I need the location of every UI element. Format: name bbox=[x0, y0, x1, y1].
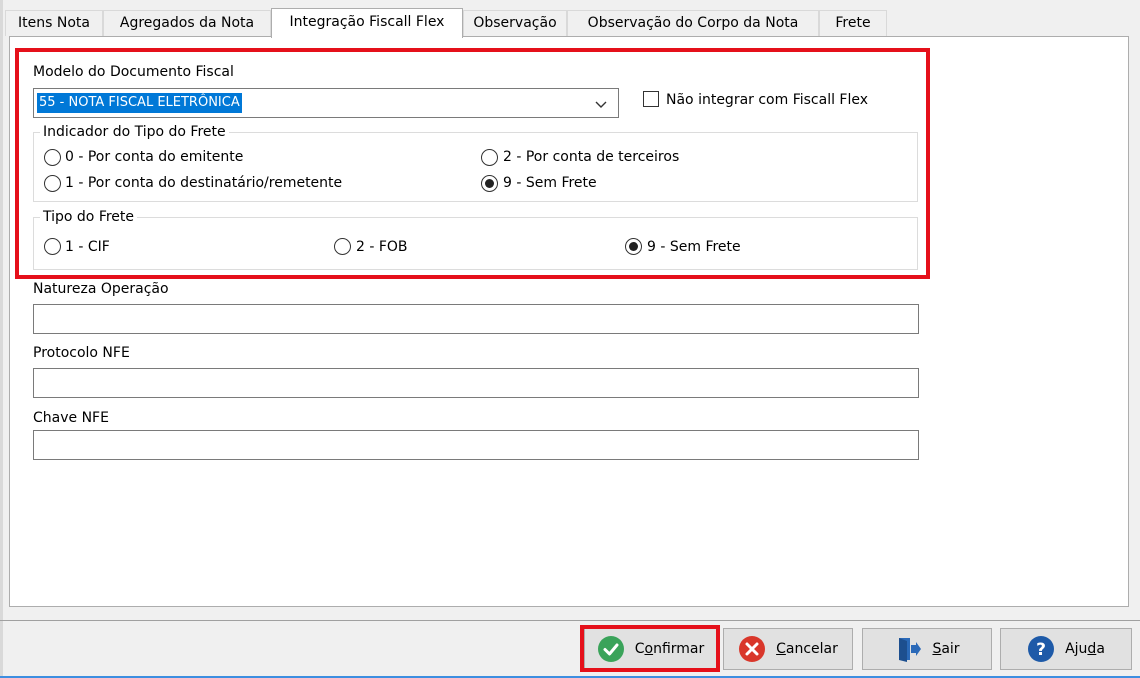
exit-door-icon bbox=[899, 638, 922, 662]
tab-itens-nota[interactable]: Itens Nota bbox=[5, 10, 103, 36]
ajuda-label: Ajuda bbox=[1065, 641, 1105, 657]
cancelar-label: Cancelar bbox=[776, 641, 838, 657]
modelo-select[interactable]: 55 - NOTA FISCAL ELETRÔNICA bbox=[33, 88, 619, 118]
modelo-selected-value: 55 - NOTA FISCAL ELETRÔNICA bbox=[37, 93, 242, 113]
question-circle-icon: ? bbox=[1028, 636, 1055, 662]
footer-separator bbox=[0, 620, 1140, 621]
tab-integracao-fiscall-flex[interactable]: Integração Fiscall Flex bbox=[271, 8, 463, 38]
sair-button[interactable]: Sair bbox=[862, 628, 992, 670]
window-left-edge bbox=[0, 0, 3, 678]
check-circle-icon bbox=[597, 636, 624, 662]
confirmar-button[interactable]: Confirmar bbox=[584, 628, 717, 670]
confirmar-label: Confirmar bbox=[634, 641, 705, 657]
x-circle-icon bbox=[739, 636, 766, 662]
tab-frete[interactable]: Frete bbox=[819, 10, 887, 36]
tab-agregados-da-nota[interactable]: Agregados da Nota bbox=[103, 10, 271, 36]
cancelar-button[interactable]: Cancelar bbox=[723, 628, 853, 670]
chevron-down-icon bbox=[595, 101, 607, 108]
svg-text:?: ? bbox=[1036, 640, 1046, 660]
sair-label: Sair bbox=[932, 641, 960, 657]
tab-observacao[interactable]: Observação bbox=[463, 10, 567, 36]
tab-observacao-corpo-nota[interactable]: Observação do Corpo da Nota bbox=[567, 10, 819, 36]
ajuda-button[interactable]: ? Ajuda bbox=[1000, 628, 1132, 670]
tab-panel bbox=[9, 36, 1129, 607]
